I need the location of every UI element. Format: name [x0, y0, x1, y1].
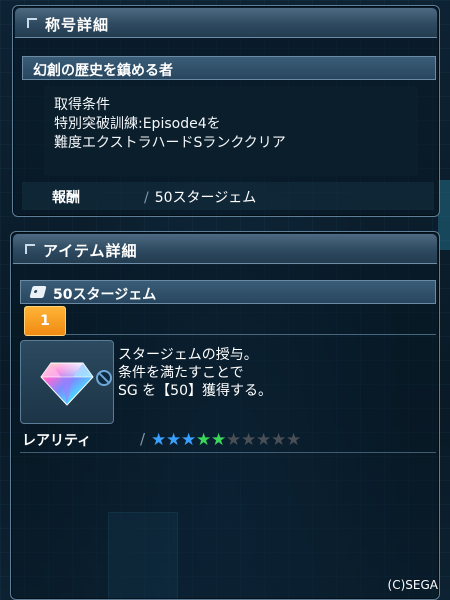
item-tag-icon [29, 286, 47, 298]
item-name: 50スタージェム [53, 287, 157, 303]
no-trade-icon [96, 370, 112, 386]
rarity-star-icon: ★ [211, 430, 227, 450]
quantity-tab[interactable]: 1 [24, 306, 66, 336]
reward-row: 報酬 / 50スタージェム [22, 182, 434, 210]
condition-heading: 取得条件 [54, 97, 110, 113]
title-name: 幻創の歴史を鎮める者 [33, 63, 173, 79]
item-detail-heading: アイテム詳細 [43, 242, 138, 260]
rarity-star-icon: ★ [151, 430, 167, 450]
corner-bracket-icon [25, 244, 35, 254]
reward-value-wrap: / 50スタージェム [144, 187, 256, 207]
rarity-stars: ★★★★★★★★★★ [151, 430, 302, 450]
star-gem-icon [40, 362, 94, 406]
rarity-star-icon: ★ [196, 430, 212, 450]
reward-label: 報酬 [52, 190, 80, 206]
condition-box: 取得条件 特別突破訓練:Episode4を 難度エクストラハードSランククリア [44, 86, 418, 176]
rarity-star-icon: ★ [166, 430, 182, 450]
title-detail-heading: 称号詳細 [45, 16, 110, 34]
slash-divider: / [144, 190, 149, 206]
corner-bracket-icon [27, 18, 37, 28]
item-detail-header: アイテム詳細 [13, 234, 437, 264]
rarity-star-icon: ★ [181, 430, 197, 450]
reward-value: 50スタージェム [154, 190, 257, 206]
rarity-star-icon: ★ [226, 430, 242, 450]
item-name-bar: 50スタージェム [20, 280, 436, 304]
rarity-underline [20, 452, 436, 453]
title-detail-header: 称号詳細 [15, 8, 437, 38]
rarity-star-icon: ★ [241, 430, 257, 450]
rarity-star-icon: ★ [286, 430, 302, 450]
description-line-1: スタージェムの授与。 [118, 347, 258, 363]
rarity-label: レアリティ [22, 433, 92, 449]
rarity-star-icon: ★ [256, 430, 272, 450]
description-line-2: 条件を満たすことで [118, 365, 244, 381]
condition-line-2: 難度エクストラハードSランククリア [54, 135, 286, 151]
condition-line-1: 特別突破訓練:Episode4を [54, 116, 221, 132]
tab-underline [66, 334, 436, 335]
rarity-star-icon: ★ [271, 430, 287, 450]
title-name-bar: 幻創の歴史を鎮める者 [22, 56, 436, 80]
copyright-text: (C)SEGA [387, 578, 438, 592]
slash-divider: / [140, 430, 146, 448]
description-line-3: SG を【50】獲得する。 [118, 383, 272, 399]
